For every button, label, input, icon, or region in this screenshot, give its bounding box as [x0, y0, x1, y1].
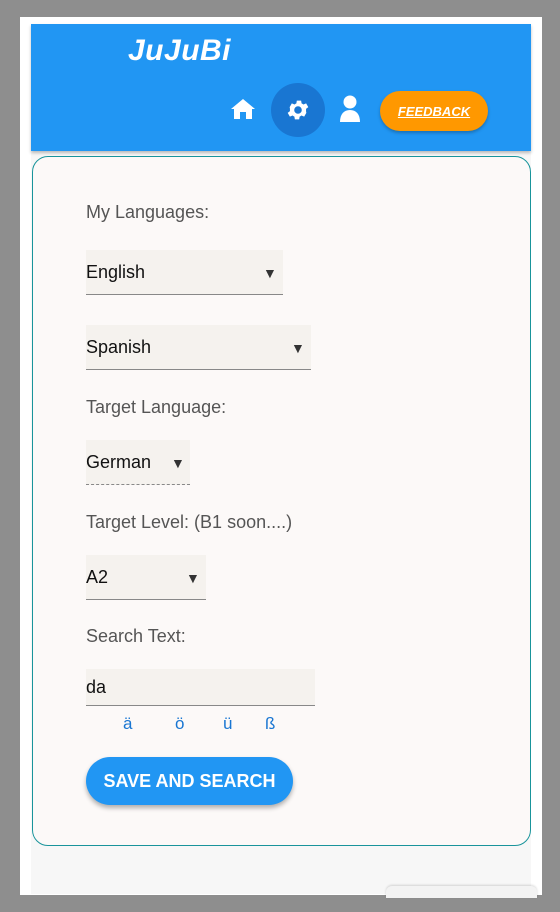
char-u-umlaut-button[interactable]: ü [223, 714, 232, 734]
search-input-value: da [86, 677, 107, 697]
language-1-select[interactable]: English ▼ [86, 250, 283, 295]
chevron-down-icon: ▼ [263, 265, 277, 281]
language-2-select[interactable]: Spanish ▼ [86, 325, 311, 370]
chevron-down-icon: ▼ [291, 340, 305, 356]
language-1-value: English [86, 262, 146, 282]
char-o-umlaut-button[interactable]: ö [175, 714, 184, 734]
language-2-value: Spanish [86, 337, 152, 357]
home-icon[interactable] [229, 95, 257, 123]
settings-button[interactable] [271, 83, 325, 137]
char-eszett-button[interactable]: ß [265, 714, 275, 734]
target-language-select[interactable]: German ▼ [86, 440, 190, 485]
save-and-search-button[interactable]: SAVE AND SEARCH [86, 757, 293, 805]
char-a-umlaut-button[interactable]: ä [123, 714, 132, 734]
chevron-down-icon: ▼ [171, 455, 185, 471]
target-language-value: German [86, 452, 152, 472]
app-logo[interactable]: JuJuBi [128, 34, 231, 68]
my-languages-label: My Languages: [86, 202, 210, 222]
chevron-down-icon: ▼ [186, 570, 200, 586]
search-input[interactable]: da [86, 669, 315, 706]
target-language-label: Target Language: [86, 397, 227, 417]
gear-icon [285, 97, 311, 123]
target-level-select[interactable]: A2 ▼ [86, 555, 206, 600]
search-text-label: Search Text: [86, 626, 186, 646]
feedback-button[interactable]: FEEDBACK [380, 91, 488, 131]
user-icon[interactable] [338, 94, 362, 124]
bottom-corner-tab [386, 886, 537, 898]
target-level-value: A2 [86, 567, 109, 587]
target-level-label: Target Level: (B1 soon....) [86, 512, 293, 532]
